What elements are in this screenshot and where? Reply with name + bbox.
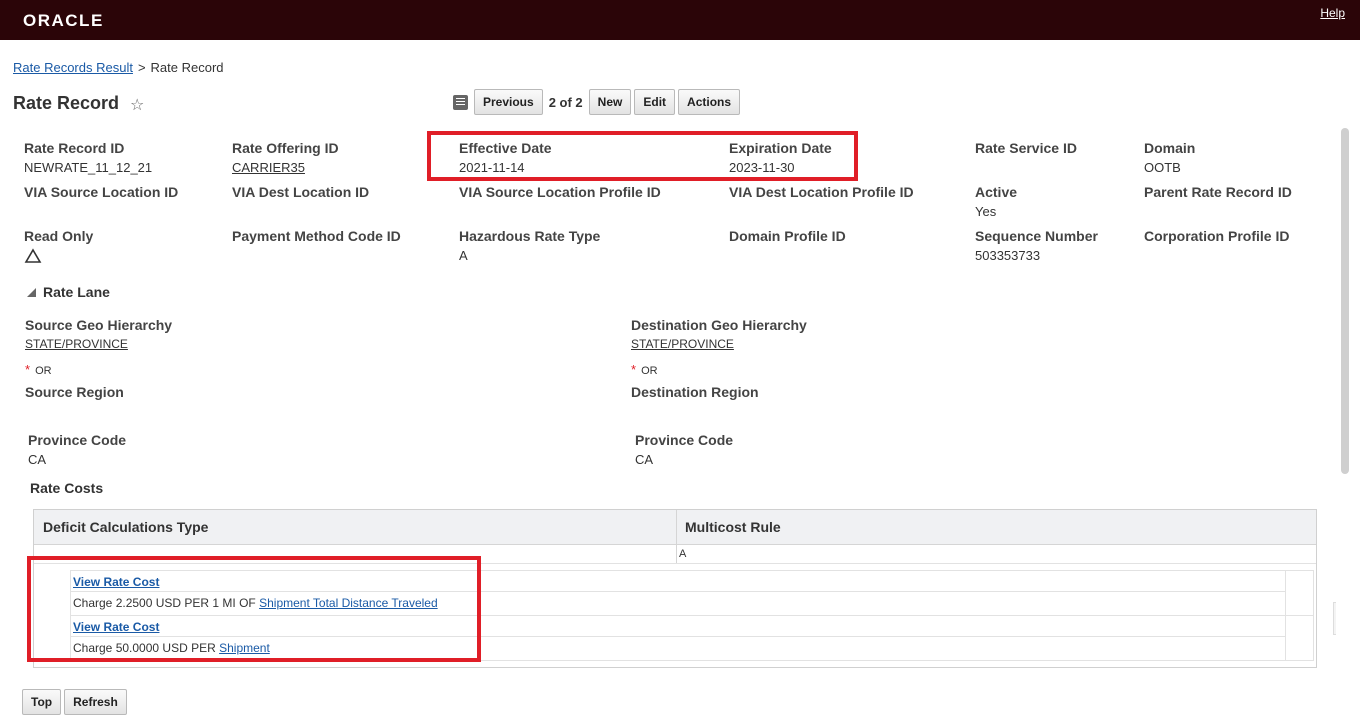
field-label: Rate Record ID [24, 140, 125, 156]
field-corporation-profile-id: Corporation Profile ID [1144, 228, 1289, 244]
field-destination-region: Destination Region [631, 384, 759, 400]
field-payment-method-code-id: Payment Method Code ID [232, 228, 401, 244]
field-label: Read Only [24, 228, 94, 244]
top-bar: ORACLE Help [0, 0, 1360, 40]
field-sequence-number: Sequence Number 503353733 [975, 228, 1098, 263]
field-label: Active [975, 184, 1018, 200]
field-rate-record-id: Rate Record ID NEWRATE_11_12_21 [24, 140, 152, 175]
or-text: OR [35, 365, 52, 377]
field-label: Sequence Number [975, 228, 1098, 244]
rate-costs-title: Rate Costs [30, 480, 104, 496]
record-toolbar: Previous 2 of 2 New Edit Actions [453, 89, 741, 115]
top-button[interactable]: Top [22, 689, 62, 715]
vertical-scrollbar[interactable] [1341, 128, 1349, 474]
field-label: Rate Service ID [975, 140, 1077, 156]
highlight-rate-costs-box [27, 556, 481, 662]
rate-lane-title: Rate Lane [43, 284, 110, 300]
oracle-logo: ORACLE [23, 11, 104, 30]
breadcrumb-separator: > [137, 60, 146, 75]
or-text: OR [641, 365, 658, 377]
field-active: Active Yes [975, 184, 1017, 219]
column-divider [676, 510, 677, 564]
column-header-multicost[interactable]: Multicost Rule [685, 519, 781, 535]
destination-or-label: * OR [631, 362, 658, 377]
field-source-province-code: Province Code CA [28, 432, 126, 467]
table-header-row: Deficit Calculations Type Multicost Rule [34, 510, 1316, 545]
field-label: Domain Profile ID [729, 228, 846, 244]
field-label: Domain [1144, 140, 1196, 156]
highlight-dates-box [427, 131, 858, 181]
field-destination-geo-hierarchy: Destination Geo Hierarchy STATE/PROVINCE [631, 317, 807, 351]
page-title: Rate Record [13, 93, 120, 113]
field-label: Destination Geo Hierarchy [631, 317, 807, 333]
field-rate-service-id: Rate Service ID [975, 140, 1077, 160]
field-label: Payment Method Code ID [232, 228, 401, 244]
actions-button[interactable]: Actions [678, 89, 741, 115]
bottom-toolbar: Top Refresh [22, 689, 127, 715]
field-destination-province-code: Province Code CA [635, 432, 733, 467]
rate-lane-header[interactable]: Rate Lane [27, 284, 110, 300]
field-label: Parent Rate Record ID [1144, 184, 1292, 200]
field-source-geo-hierarchy: Source Geo Hierarchy STATE/PROVINCE [25, 317, 172, 351]
breadcrumb-rate-records-result[interactable]: Rate Records Result [13, 60, 133, 75]
rate-offering-link[interactable]: CARRIER35 [232, 160, 339, 175]
field-parent-rate-record-id: Parent Rate Record ID [1144, 184, 1292, 200]
field-value: NEWRATE_11_12_21 [24, 160, 153, 175]
field-label: VIA Dest Location ID [232, 184, 370, 200]
field-via-dest-location-id: VIA Dest Location ID [232, 184, 369, 200]
field-via-dest-location-profile-id: VIA Dest Location Profile ID [729, 184, 914, 200]
field-label: Destination Region [631, 384, 759, 400]
field-value: A [459, 248, 468, 263]
column-header-deficit[interactable]: Deficit Calculations Type [43, 519, 208, 535]
field-domain-profile-id: Domain Profile ID [729, 228, 846, 244]
breadcrumb: Rate Records Result > Rate Record [13, 60, 224, 75]
field-read-only: Read Only [24, 228, 93, 267]
field-hazardous-rate-type: Hazardous Rate Type A [459, 228, 600, 263]
field-via-source-location-profile-id: VIA Source Location Profile ID [459, 184, 661, 200]
field-value: 503353733 [975, 248, 1041, 263]
side-panel-handle[interactable] [1333, 602, 1336, 635]
favorite-star-icon[interactable]: ☆ [130, 95, 144, 115]
field-via-source-location-id: VIA Source Location ID [24, 184, 178, 200]
required-asterisk-icon: * [631, 362, 637, 377]
field-value: CA [28, 452, 47, 467]
field-value: OOTB [1144, 160, 1181, 175]
source-or-label: * OR [25, 362, 52, 377]
new-button[interactable]: New [588, 89, 632, 115]
record-count: 2 of 2 [548, 94, 583, 110]
field-label: Province Code [28, 432, 127, 448]
source-geo-hierarchy-link[interactable]: STATE/PROVINCE [25, 337, 172, 351]
edit-button[interactable]: Edit [634, 89, 676, 115]
previous-button[interactable]: Previous [474, 89, 543, 115]
field-label: Rate Offering ID [232, 140, 339, 156]
field-source-region: Source Region [25, 384, 124, 400]
field-label: VIA Dest Location Profile ID [729, 184, 914, 200]
breadcrumb-current: Rate Record [150, 60, 224, 75]
field-label: VIA Source Location ID [24, 184, 179, 200]
field-label: VIA Source Location Profile ID [459, 184, 661, 200]
required-asterisk-icon: * [25, 362, 31, 377]
menu-list-icon[interactable] [453, 94, 468, 110]
field-domain: Domain OOTB [1144, 140, 1195, 175]
field-rate-offering-id: Rate Offering ID CARRIER35 [232, 140, 339, 175]
field-value: CA [635, 452, 654, 467]
field-label: Source Geo Hierarchy [25, 317, 173, 333]
triangle-outline-icon [24, 248, 42, 263]
refresh-button[interactable]: Refresh [64, 689, 127, 715]
collapse-triangle-icon[interactable] [27, 287, 36, 297]
field-value: Yes [975, 204, 997, 219]
field-label: Corporation Profile ID [1144, 228, 1290, 244]
nested-side-column [1285, 570, 1314, 661]
destination-geo-hierarchy-link[interactable]: STATE/PROVINCE [631, 337, 807, 351]
field-label: Province Code [635, 432, 734, 448]
field-label: Source Region [25, 384, 124, 400]
multicost-rule-value: A [679, 548, 687, 560]
field-label: Hazardous Rate Type [459, 228, 601, 244]
help-link[interactable]: Help [1320, 6, 1345, 20]
